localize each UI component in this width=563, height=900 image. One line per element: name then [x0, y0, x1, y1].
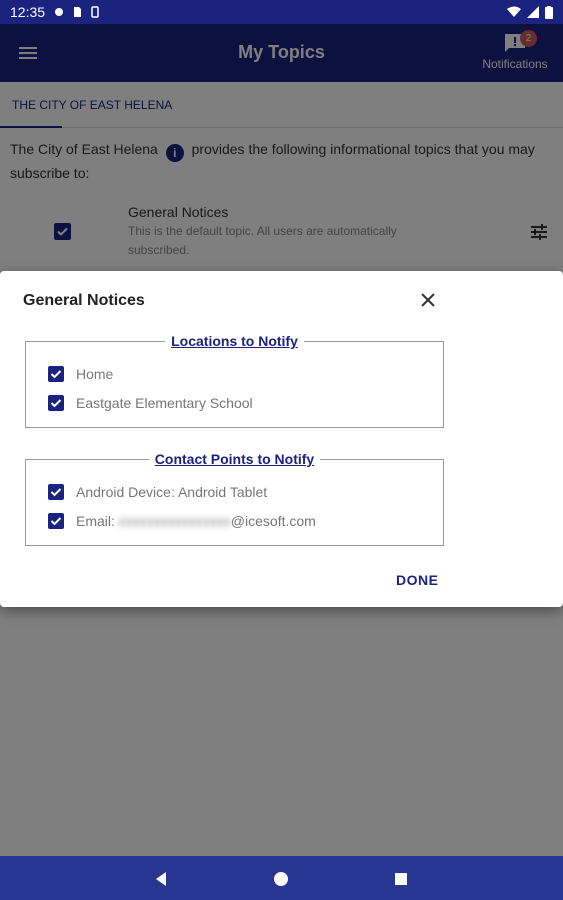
- general-notices-dialog: General Notices Locations to Notify Home…: [0, 271, 563, 607]
- contacts-group: Contact Points to Notify Android Device:…: [25, 451, 444, 546]
- check-icon: [50, 488, 62, 497]
- recents-icon[interactable]: [392, 870, 410, 888]
- locations-legend: Locations to Notify: [171, 333, 298, 349]
- system-nav-bar: [0, 856, 563, 900]
- status-bar: 12:35: [0, 0, 563, 24]
- location-checkbox-eastgate[interactable]: [48, 395, 64, 411]
- redacted-email-user: xxxxxxxxxxxxxxxx: [118, 513, 231, 529]
- wifi-icon: [507, 6, 521, 17]
- location-checkbox-home[interactable]: [48, 366, 64, 382]
- check-icon: [50, 517, 62, 526]
- check-icon: [50, 399, 62, 408]
- location-option-home[interactable]: Home: [48, 366, 113, 382]
- contact-option-email[interactable]: Email: xxxxxxxxxxxxxxxx @icesoft.com: [48, 513, 316, 529]
- signal-icon: [527, 6, 539, 18]
- status-time: 12:35: [10, 4, 46, 20]
- contact-label-android: Android Device: Android Tablet: [76, 484, 268, 500]
- contacts-legend: Contact Points to Notify: [154, 451, 315, 467]
- battery-icon: [545, 5, 553, 19]
- back-icon[interactable]: [152, 870, 170, 888]
- contact-checkbox-android[interactable]: [48, 484, 64, 500]
- check-icon: [50, 370, 62, 379]
- dialog-title: General Notices: [23, 292, 145, 309]
- locations-group: Locations to Notify Home Eastgate Elemen…: [25, 333, 444, 428]
- contact-label-email-domain: @icesoft.com: [230, 513, 316, 529]
- home-icon[interactable]: [272, 870, 290, 888]
- contact-option-android[interactable]: Android Device: Android Tablet: [48, 484, 267, 500]
- sd-card-icon: [74, 7, 82, 17]
- done-button[interactable]: DONE: [396, 572, 438, 588]
- location-label-home: Home: [76, 366, 114, 382]
- storage-icon: [91, 6, 99, 18]
- contact-checkbox-email[interactable]: [48, 513, 64, 529]
- close-icon[interactable]: [420, 292, 436, 308]
- location-label-eastgate: Eastgate Elementary School: [76, 395, 253, 411]
- app-notification-icon: [55, 8, 64, 16]
- location-option-eastgate[interactable]: Eastgate Elementary School: [48, 395, 253, 411]
- contact-label-email-prefix: Email:: [76, 513, 119, 529]
